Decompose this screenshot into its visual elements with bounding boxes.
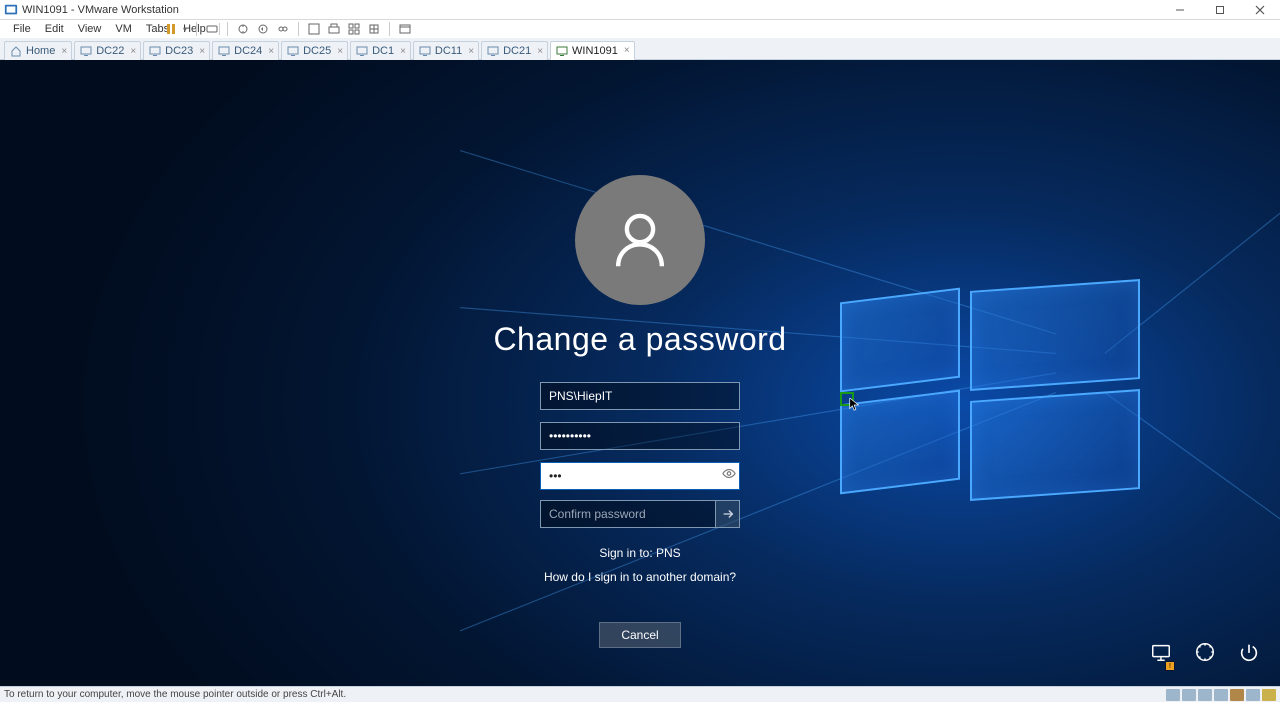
tab-close-icon[interactable]: × [268, 46, 274, 57]
snapshot-take-button[interactable] [234, 21, 252, 37]
tab-label: DC11 [435, 45, 462, 57]
maximize-button[interactable] [1200, 0, 1240, 20]
new-password-field[interactable] [540, 462, 740, 490]
change-password-panel: Change a password Sign in to: PNS How do… [480, 175, 800, 648]
tab-close-icon[interactable]: × [199, 46, 205, 57]
vm-tabbar: Home × DC22 × DC23 × DC24 × DC25 × DC1 ×… [0, 38, 1280, 60]
network-icon[interactable]: ! [1150, 641, 1172, 668]
tab-dc22[interactable]: DC22 × [74, 41, 141, 60]
windows-logo [840, 285, 1140, 495]
tab-label: DC22 [96, 45, 124, 57]
tab-label: DC21 [503, 45, 531, 57]
toolbar-row: ▾ [160, 20, 1280, 38]
fullscreen-button[interactable] [305, 21, 323, 37]
old-password-field[interactable] [540, 422, 740, 450]
tab-dc21[interactable]: DC21 × [481, 41, 548, 60]
power-dropdown[interactable]: ▾ [180, 25, 190, 34]
menu-file[interactable]: File [6, 23, 38, 35]
stretch-button[interactable] [365, 21, 383, 37]
tab-close-icon[interactable]: × [337, 46, 343, 57]
vm-icon [287, 45, 299, 57]
close-button[interactable] [1240, 0, 1280, 20]
snapshot-manager-button[interactable] [274, 21, 292, 37]
vm-icon [356, 45, 368, 57]
other-domain-link[interactable]: How do I sign in to another domain? [544, 570, 736, 584]
statusbar-hint: To return to your computer, move the mou… [4, 689, 346, 700]
menu-view[interactable]: View [71, 23, 109, 35]
tab-label: DC1 [372, 45, 394, 57]
tab-dc11[interactable]: DC11 × [413, 41, 479, 60]
app-icon [4, 3, 18, 17]
home-icon [10, 45, 22, 57]
tab-label: Home [26, 45, 55, 57]
console-view-button[interactable] [345, 21, 363, 37]
device-printer-icon[interactable] [1246, 689, 1260, 701]
tab-label: DC23 [165, 45, 193, 57]
vm-icon [419, 45, 431, 57]
cancel-button[interactable]: Cancel [599, 622, 681, 648]
device-cd-icon[interactable] [1182, 689, 1196, 701]
ease-of-access-icon[interactable] [1194, 641, 1216, 668]
tab-label: DC25 [303, 45, 331, 57]
vm-icon [218, 45, 230, 57]
tab-close-icon[interactable]: × [130, 46, 136, 57]
tab-close-icon[interactable]: × [61, 46, 67, 57]
library-button[interactable] [396, 21, 414, 37]
pause-vm-button[interactable] [162, 21, 180, 37]
reveal-password-icon[interactable] [722, 467, 736, 486]
tab-dc1[interactable]: DC1 × [350, 41, 411, 60]
tab-dc24[interactable]: DC24 × [212, 41, 279, 60]
window-titlebar: WIN1091 - VMware Workstation [0, 0, 1280, 20]
tab-win1091[interactable]: WIN1091 × [550, 41, 635, 60]
user-avatar-icon [575, 175, 705, 305]
sign-in-domain-label: Sign in to: PNS [599, 546, 680, 560]
vm-icon [556, 45, 568, 57]
menu-vm[interactable]: VM [108, 23, 139, 35]
send-cad-button[interactable] [203, 21, 221, 37]
tab-label: WIN1091 [572, 45, 618, 57]
tab-close-icon[interactable]: × [400, 46, 406, 57]
statusbar: To return to your computer, move the mou… [0, 686, 1280, 702]
tab-home[interactable]: Home × [4, 41, 72, 60]
tab-dc23[interactable]: DC23 × [143, 41, 210, 60]
confirm-password-field[interactable] [540, 500, 716, 528]
username-field[interactable] [540, 382, 740, 410]
unity-button[interactable] [325, 21, 343, 37]
device-hdd-icon[interactable] [1166, 689, 1180, 701]
device-net-icon[interactable] [1198, 689, 1212, 701]
warning-badge-icon: ! [1165, 661, 1175, 671]
snapshot-revert-button[interactable] [254, 21, 272, 37]
window-title: WIN1091 - VMware Workstation [22, 4, 179, 16]
device-sound-icon[interactable] [1230, 689, 1244, 701]
vm-guest-display[interactable]: Change a password Sign in to: PNS How do… [0, 60, 1280, 686]
device-usb-icon[interactable] [1214, 689, 1228, 701]
login-corner-controls: ! [1150, 641, 1260, 668]
tab-close-icon[interactable]: × [537, 46, 543, 57]
minimize-button[interactable] [1160, 0, 1200, 20]
tab-label: DC24 [234, 45, 262, 57]
device-display-icon[interactable] [1262, 689, 1276, 701]
menu-edit[interactable]: Edit [38, 23, 71, 35]
vm-icon [487, 45, 499, 57]
vm-icon [149, 45, 161, 57]
tab-close-icon[interactable]: × [468, 46, 474, 57]
power-icon[interactable] [1238, 641, 1260, 668]
vm-icon [80, 45, 92, 57]
tab-dc25[interactable]: DC25 × [281, 41, 348, 60]
page-title: Change a password [493, 321, 786, 358]
submit-button[interactable] [716, 500, 740, 528]
tab-close-icon[interactable]: × [624, 45, 630, 56]
